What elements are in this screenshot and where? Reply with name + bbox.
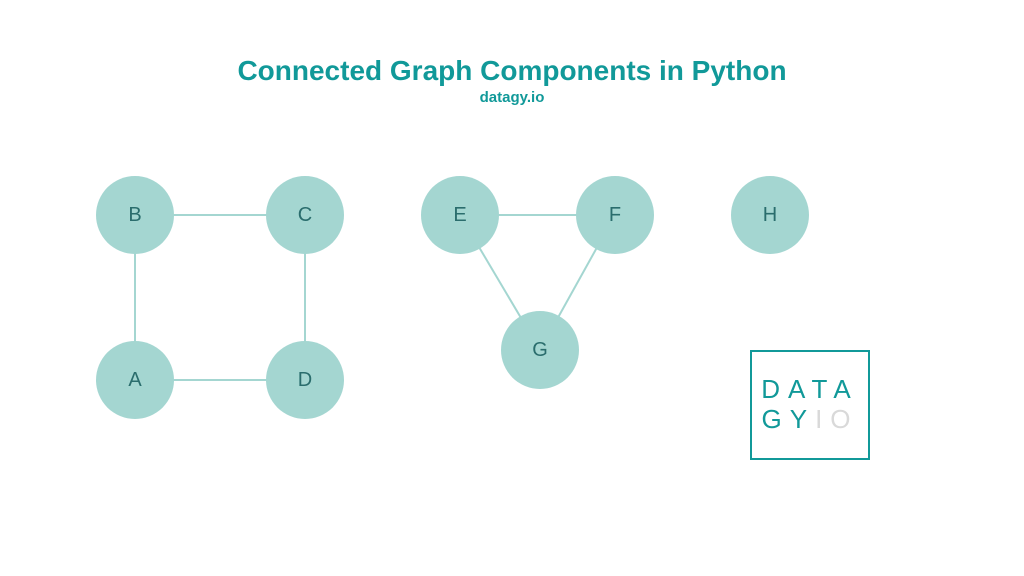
- graph-node-h: H: [731, 176, 809, 254]
- graph-node-g: G: [501, 311, 579, 389]
- graph-edges-layer: [0, 0, 1024, 576]
- graph-node-b: B: [96, 176, 174, 254]
- graph-node-a: A: [96, 341, 174, 419]
- graph-node-e: E: [421, 176, 499, 254]
- graph-canvas: A B C D EFG H: [0, 0, 1024, 576]
- graph-node-f: F: [576, 176, 654, 254]
- graph-node-d: D: [266, 341, 344, 419]
- graph-node-c: C: [266, 176, 344, 254]
